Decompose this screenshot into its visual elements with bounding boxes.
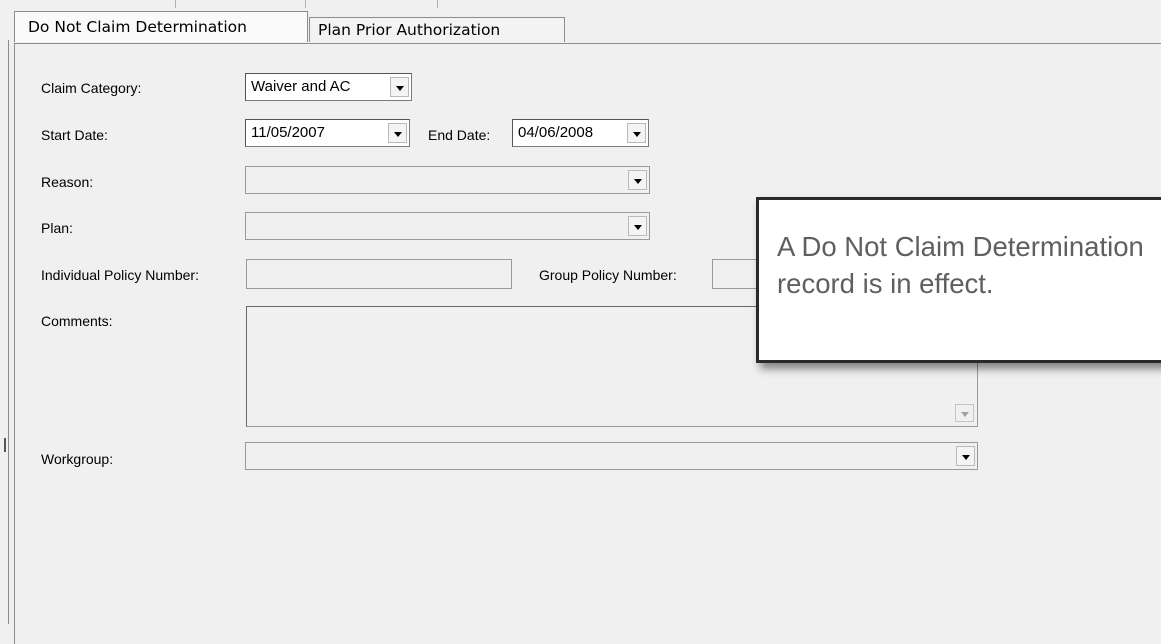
reason-label: Reason:: [41, 174, 94, 190]
tab-plan-prior-authorization[interactable]: Plan Prior Authorization: [309, 17, 565, 42]
end-date-picker[interactable]: 04/06/2008: [512, 119, 649, 147]
workgroup-dropdown[interactable]: [245, 442, 978, 470]
scroll-down-arrow-icon[interactable]: [955, 404, 974, 422]
splitter-grip[interactable]: [4, 438, 6, 452]
start-date-label: Start Date:: [41, 127, 108, 143]
individual-policy-number-field[interactable]: [246, 259, 512, 289]
workgroup-label: Workgroup:: [41, 451, 114, 467]
chevron-down-icon[interactable]: [627, 123, 646, 143]
start-date-picker[interactable]: 11/05/2007: [245, 119, 410, 147]
claim-category-label: Claim Category:: [41, 80, 142, 96]
claim-category-value: Waiver and AC: [251, 78, 351, 95]
plan-dropdown[interactable]: [245, 212, 650, 240]
chevron-down-icon[interactable]: [956, 446, 975, 466]
start-date-value: 11/05/2007: [251, 124, 325, 141]
info-callout: A Do Not Claim Determination record is i…: [756, 197, 1161, 363]
chevron-down-icon[interactable]: [628, 170, 647, 190]
toolbar-divider: [305, 0, 306, 8]
window-left-border: [8, 40, 9, 624]
chevron-down-icon[interactable]: [388, 123, 407, 143]
individual-policy-number-label: Individual Policy Number:: [41, 267, 199, 283]
top-strip: [0, 0, 1161, 10]
chevron-down-icon[interactable]: [628, 216, 647, 236]
group-policy-number-label: Group Policy Number:: [539, 267, 677, 283]
end-date-value: 04/06/2008: [518, 124, 594, 141]
chevron-down-icon[interactable]: [390, 77, 409, 97]
plan-label: Plan:: [41, 220, 73, 236]
toolbar-divider: [175, 0, 176, 8]
claim-category-dropdown[interactable]: Waiver and AC: [245, 73, 412, 101]
reason-dropdown[interactable]: [245, 166, 650, 194]
comments-label: Comments:: [41, 313, 113, 329]
end-date-label: End Date:: [428, 127, 491, 143]
tab-do-not-claim-determination[interactable]: Do Not Claim Determination: [14, 11, 308, 42]
toolbar-divider: [437, 0, 438, 8]
